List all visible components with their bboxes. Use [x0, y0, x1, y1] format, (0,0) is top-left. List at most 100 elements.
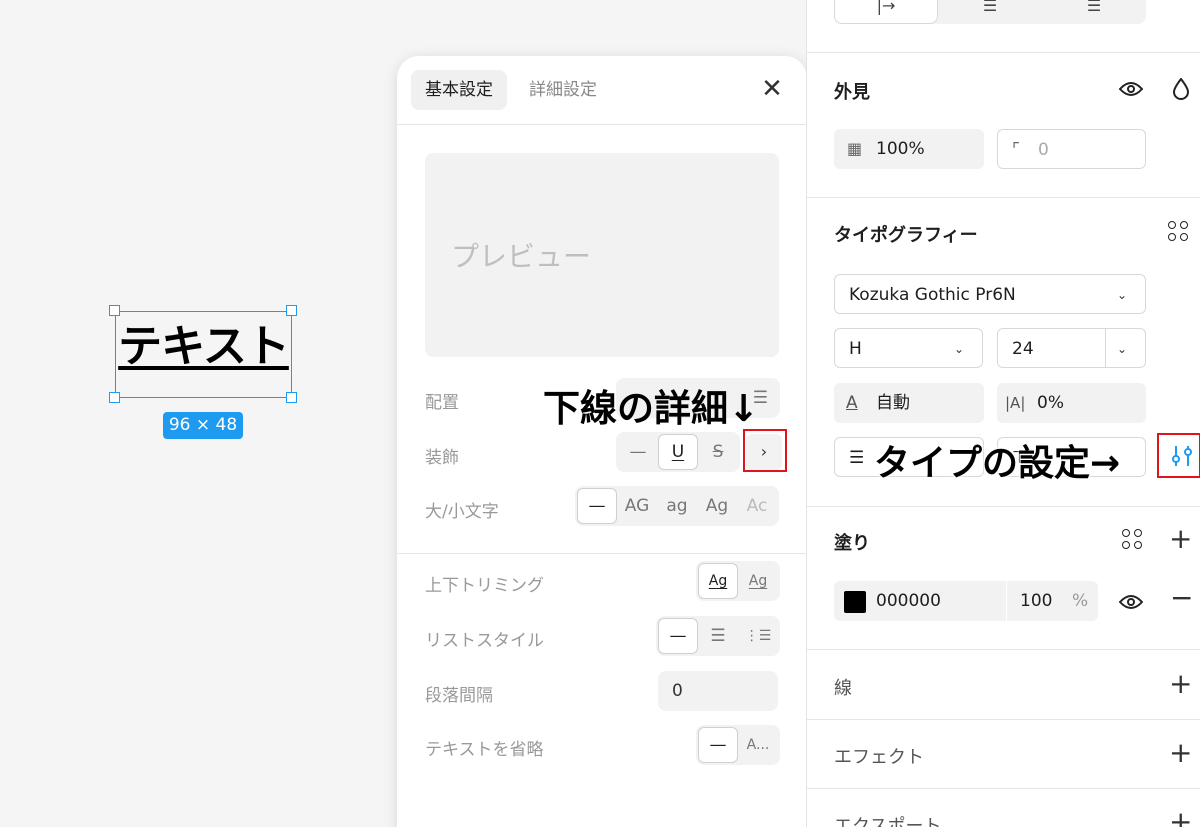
- trim-off-icon[interactable]: Ag: [738, 563, 778, 599]
- opacity-icon: ▦: [847, 139, 863, 158]
- preview-box: プレビュー: [425, 153, 779, 357]
- add-fill-icon[interactable]: +: [1169, 525, 1192, 553]
- decoration-label: 装飾: [425, 448, 459, 468]
- fill-percent-unit: %: [1072, 591, 1089, 611]
- auto-height-icon[interactable]: ☰: [938, 0, 1042, 24]
- divider: [807, 506, 1200, 507]
- tab-advanced-settings[interactable]: 詳細設定: [515, 70, 611, 110]
- blend-drop-icon[interactable]: [1170, 76, 1192, 102]
- tab-basic-settings[interactable]: 基本設定: [411, 70, 507, 110]
- case-control[interactable]: — AG ag Ag Ac: [575, 486, 779, 526]
- truncate-ellipsis[interactable]: A...: [738, 727, 778, 763]
- typography-title: タイポグラフィー: [834, 225, 978, 246]
- case-label: 大/小文字: [425, 502, 499, 522]
- list-style-control[interactable]: — ☰ ⋮☰: [656, 616, 780, 656]
- list-none-icon[interactable]: —: [658, 618, 698, 654]
- underline-icon[interactable]: U: [658, 434, 698, 470]
- text-resize-control[interactable]: |→ ☰ ☰: [834, 0, 1146, 24]
- trim-label: 上下トリミング: [425, 576, 544, 596]
- type-settings-popover: 基本設定 詳細設定 ✕ プレビュー 配置 ☰ 装飾 — U S › 大/小文字 …: [397, 56, 807, 827]
- font-weight-select[interactable]: H ⌄: [834, 328, 983, 368]
- chevron-down-icon: ⌄: [1116, 342, 1127, 356]
- decoration-none-icon[interactable]: —: [618, 434, 658, 470]
- case-lower[interactable]: ag: [657, 488, 697, 524]
- case-none-icon[interactable]: —: [577, 488, 617, 524]
- stroke-title: 線: [834, 678, 852, 699]
- canvas-text: テキスト: [118, 321, 290, 372]
- remove-fill-icon[interactable]: −: [1170, 584, 1193, 612]
- fixed-size-icon[interactable]: ☰: [1042, 0, 1146, 24]
- highlight-underline-details: [743, 429, 787, 472]
- font-family-value: Kozuka Gothic Pr6N: [849, 285, 1016, 305]
- opacity-value: 100%: [876, 139, 925, 159]
- strikethrough-icon[interactable]: S: [698, 434, 738, 470]
- effect-title: エフェクト: [834, 747, 924, 768]
- eye-icon[interactable]: [1118, 76, 1144, 102]
- auto-width-icon[interactable]: |→: [834, 0, 938, 24]
- add-effect-icon[interactable]: +: [1169, 739, 1192, 767]
- font-size-value: 24: [1012, 339, 1034, 359]
- decoration-control[interactable]: — U S: [616, 432, 740, 472]
- selected-text-layer[interactable]: テキスト: [115, 311, 292, 398]
- paragraph-spacing-label: 段落間隔: [425, 686, 493, 706]
- letter-spacing-value: 0%: [1037, 393, 1064, 413]
- resize-handle-top-right[interactable]: [286, 305, 297, 316]
- case-title[interactable]: Ag: [697, 488, 737, 524]
- truncate-label: テキストを省略: [425, 740, 544, 760]
- corner-radius-icon: ⌜: [1012, 140, 1020, 160]
- line-height-icon: A: [846, 393, 858, 413]
- letter-spacing-icon: |A|: [1005, 394, 1026, 412]
- trim-control[interactable]: Ag Ag: [696, 561, 780, 601]
- case-small-caps[interactable]: Ac: [737, 488, 777, 524]
- corner-radius-value: 0: [1038, 140, 1049, 160]
- fill-hex-value[interactable]: 000000: [876, 591, 941, 611]
- align-left-icon[interactable]: ☰: [849, 448, 864, 468]
- add-stroke-icon[interactable]: +: [1169, 670, 1192, 698]
- paragraph-spacing-input[interactable]: 0: [658, 671, 778, 711]
- bulleted-list-icon[interactable]: ☰: [698, 618, 738, 654]
- divider: [807, 197, 1200, 198]
- resize-handle-bottom-right[interactable]: [286, 392, 297, 403]
- divider: [807, 788, 1200, 789]
- letter-spacing-field[interactable]: |A| 0%: [997, 383, 1146, 423]
- list-style-label: リストスタイル: [425, 631, 544, 651]
- opacity-field[interactable]: ▦ 100%: [834, 129, 984, 169]
- chevron-down-icon: ⌄: [1116, 288, 1127, 302]
- numbered-list-icon[interactable]: ⋮☰: [738, 618, 778, 654]
- truncate-control[interactable]: — A...: [696, 725, 780, 765]
- fill-color-swatch[interactable]: [844, 591, 866, 613]
- case-upper[interactable]: AG: [617, 488, 657, 524]
- properties-panel: |→ ☰ ☰ 外見 ▦ 100% ⌜ 0 タイポグラフィー Kozuka Got…: [806, 0, 1200, 827]
- divider: [397, 124, 807, 125]
- line-height-value: 自動: [876, 393, 910, 413]
- preview-text: プレビュー: [451, 240, 592, 273]
- divider: [807, 649, 1200, 650]
- fill-opacity-value[interactable]: 100: [1020, 581, 1052, 621]
- divider: [397, 553, 807, 554]
- trim-on-icon[interactable]: Ag: [698, 563, 738, 599]
- fill-eye-icon[interactable]: [1118, 589, 1144, 615]
- truncate-none-icon[interactable]: —: [698, 727, 738, 763]
- appearance-title: 外見: [834, 82, 870, 103]
- divider: [807, 719, 1200, 720]
- highlight-type-settings: [1157, 433, 1200, 478]
- annotation-type-settings: タイプの設定→: [874, 443, 1121, 484]
- size-badge: 96 × 48: [163, 412, 243, 439]
- corner-radius-field[interactable]: ⌜ 0: [997, 129, 1146, 169]
- fill-title: 塗り: [834, 533, 870, 554]
- divider: [807, 52, 1200, 53]
- font-size-select[interactable]: 24 ⌄: [997, 328, 1146, 368]
- resize-handle-bottom-left[interactable]: [109, 392, 120, 403]
- add-export-icon[interactable]: +: [1169, 808, 1192, 827]
- line-height-field[interactable]: A 自動: [834, 383, 984, 423]
- export-title: エクスポート: [834, 816, 942, 827]
- text-styles-icon[interactable]: [1168, 221, 1190, 243]
- fill-styles-icon[interactable]: [1122, 529, 1144, 551]
- close-icon[interactable]: ✕: [760, 76, 784, 102]
- alignment-label: 配置: [425, 393, 459, 413]
- chevron-down-icon: ⌄: [953, 342, 964, 356]
- fill-color-field[interactable]: 000000 100 %: [834, 581, 1098, 621]
- font-family-select[interactable]: Kozuka Gothic Pr6N ⌄: [834, 274, 1146, 314]
- resize-handle-top-left[interactable]: [109, 305, 120, 316]
- annotation-underline-detail: 下線の詳細↓: [543, 387, 760, 430]
